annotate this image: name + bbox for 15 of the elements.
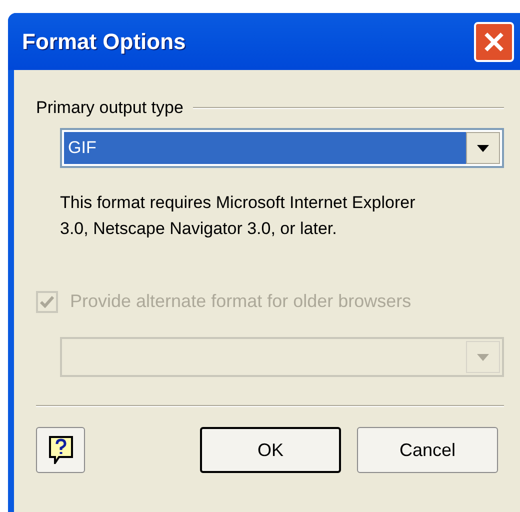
- checkmark-icon: [40, 296, 54, 308]
- cancel-button[interactable]: Cancel: [357, 427, 498, 473]
- window-title: Format Options: [22, 28, 186, 56]
- description-text: This format requires Microsoft Internet Explorer 3.0, Netscape Navigator 3.0, or later.: [60, 192, 416, 240]
- close-icon: [483, 30, 505, 52]
- ok-button[interactable]: OK: [200, 427, 341, 473]
- dropdown-value: GIF: [64, 132, 466, 164]
- close-button[interactable]: [474, 22, 514, 62]
- help-icon: [48, 436, 72, 464]
- caret-icon: [477, 354, 489, 360]
- group-label: Primary output type: [36, 97, 184, 120]
- caret-icon: [477, 144, 489, 152]
- help-button[interactable]: [36, 427, 85, 473]
- checkbox-label: Provide alternate format for older browsers: [70, 290, 412, 313]
- output-type-dropdown[interactable]: GIF: [60, 128, 504, 168]
